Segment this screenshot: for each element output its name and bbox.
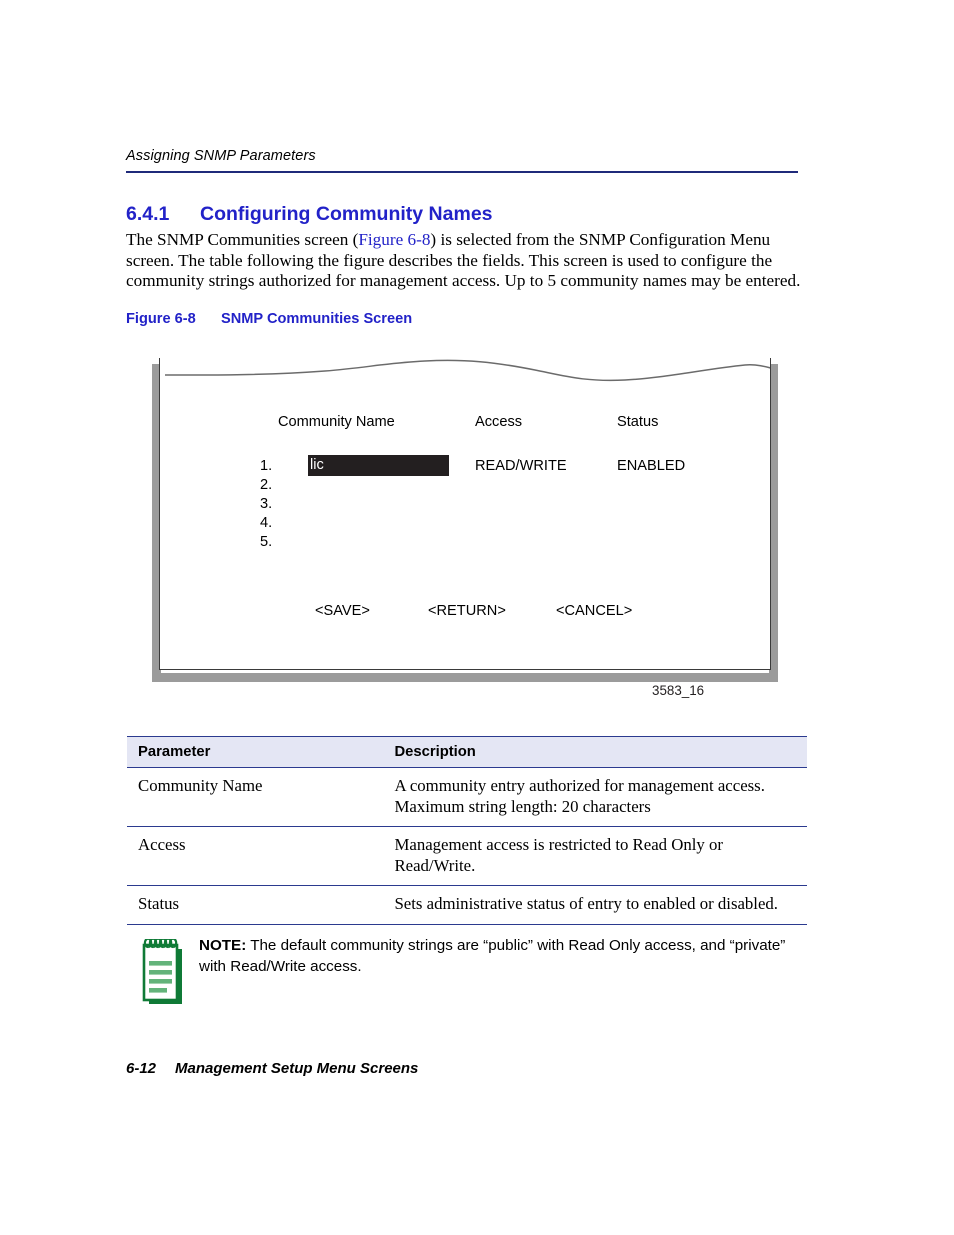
description-line: Sets administrative status of entry to e…: [394, 894, 779, 914]
table-cell-parameter: Community Name: [127, 767, 384, 828]
description-line: Read/Write.: [394, 855, 476, 875]
table-row: Status Sets administrative status of ent…: [127, 885, 807, 925]
entry-index: 1.: [260, 458, 273, 474]
section-title: Configuring Community Names: [200, 203, 493, 225]
column-header-status: Status: [617, 414, 659, 430]
community-entry-row: 1. lic READ/WRITE ENABLED: [160, 455, 770, 476]
save-command[interactable]: <SAVE>: [315, 603, 370, 619]
running-header: Assigning SNMP Parameters: [126, 148, 798, 173]
community-name-input[interactable]: lic: [308, 455, 449, 476]
return-command[interactable]: <RETURN>: [428, 603, 506, 619]
community-entry-row: 5.: [160, 533, 770, 550]
terminal-screen-content: Community Name Access Status 1. lic READ…: [160, 358, 770, 669]
figure-caption-title: SNMP Communities Screen: [221, 311, 413, 327]
table-cell-description: A community entry authorized for managem…: [383, 767, 807, 828]
header-rule: [126, 171, 798, 173]
table-cell-description: Management access is restricted to Read …: [383, 826, 807, 887]
parameter-description-table: Parameter Description Community Name A c…: [127, 736, 807, 925]
note-label: NOTE:: [199, 937, 247, 954]
column-header-access: Access: [475, 414, 523, 430]
table-header-parameter: Parameter: [127, 736, 384, 768]
cancel-command[interactable]: <CANCEL>: [556, 603, 632, 619]
entry-index: 5.: [260, 533, 273, 550]
section-number: 6.4.1: [126, 203, 170, 225]
table-header-description: Description: [383, 736, 807, 768]
community-entry-row: 4.: [160, 514, 770, 531]
table-cell-parameter: Status: [127, 885, 384, 925]
table-header-row: Parameter Description: [127, 736, 807, 768]
figure-illustration: Community Name Access Status 1. lic READ…: [152, 352, 778, 698]
paragraph-part-1: The SNMP Communities screen (: [126, 230, 359, 249]
entry-index: 3.: [260, 495, 273, 512]
note-body: The default community strings are “publi…: [199, 937, 786, 975]
running-header-title: Assigning SNMP Parameters: [126, 148, 316, 164]
note-text: NOTE: The default community strings are …: [199, 936, 806, 977]
table-row: Access Management access is restricted t…: [127, 826, 807, 887]
description-line: Management access is restricted to Read …: [394, 835, 723, 855]
terminal-action-row: <SAVE> <RETURN> <CANCEL>: [160, 603, 770, 623]
figure-caption: Figure 6-8 SNMP Communities Screen: [126, 311, 412, 327]
entry-index: 2.: [260, 476, 273, 493]
column-header-community-name: Community Name: [278, 414, 395, 430]
table-cell-parameter: Access: [127, 826, 384, 887]
community-entry-row: 2.: [160, 476, 770, 493]
figure-id-label: 3583_16: [652, 683, 705, 698]
footer-page-number: 6-12: [126, 1060, 157, 1077]
terminal-column-headers: Community Name Access Status: [160, 414, 770, 434]
table-cell-description: Sets administrative status of entry to e…: [383, 885, 807, 925]
figure-cross-reference-link[interactable]: Figure 6-8: [358, 230, 430, 249]
section-heading: 6.4.1 Configuring Community Names: [126, 203, 493, 226]
notepad-icon: [141, 939, 188, 1007]
figure-caption-label: Figure 6-8: [126, 311, 196, 327]
community-entry-row: 3.: [160, 495, 770, 512]
footer-title: Management Setup Menu Screens: [175, 1060, 419, 1077]
intro-paragraph: The SNMP Communities screen (Figure 6-8)…: [126, 230, 802, 292]
page-footer: 6-12 Management Setup Menu Screens: [126, 1060, 418, 1077]
terminal-screen: Community Name Access Status 1. lic READ…: [159, 358, 771, 670]
description-line: Maximum string length: 20 characters: [394, 796, 651, 816]
entry-status-value[interactable]: ENABLED: [617, 458, 685, 474]
entry-access-value[interactable]: READ/WRITE: [475, 458, 567, 474]
community-entry-list: 1. lic READ/WRITE ENABLED 2. 3. 4. 5.: [160, 455, 770, 553]
entry-index: 4.: [260, 514, 273, 531]
table-row: Community Name A community entry authori…: [127, 767, 807, 828]
document-page: Assigning SNMP Parameters 6.4.1 Configuri…: [0, 0, 954, 1235]
description-line: A community entry authorized for managem…: [394, 776, 765, 795]
